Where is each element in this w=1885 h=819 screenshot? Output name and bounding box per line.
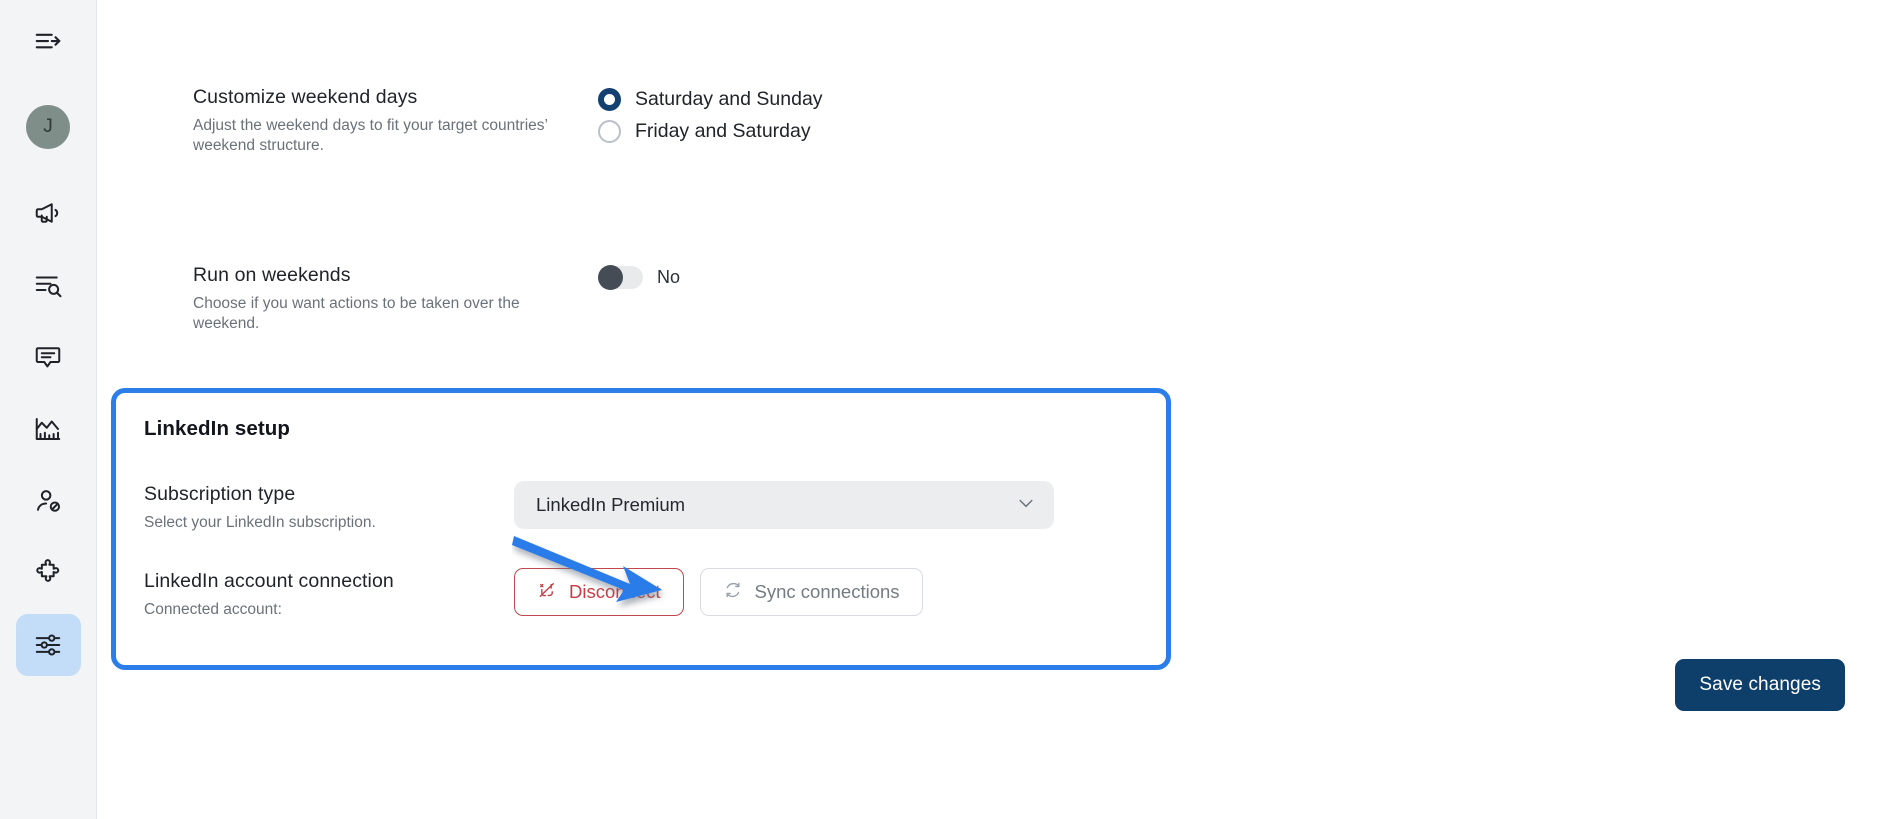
linkedin-setup-title: LinkedIn setup — [144, 417, 291, 440]
menu-collapse-icon — [33, 26, 63, 56]
run-weekends-description: Choose if you want actions to be taken o… — [193, 295, 520, 332]
run-weekends-toggle-value: No — [657, 267, 681, 287]
radio-option-saturday-sunday[interactable]: Saturday and Sunday — [598, 86, 823, 112]
weekend-days-radio-group: Saturday and Sunday Friday and Saturday — [598, 84, 823, 144]
app-root: J Customize weekend days Adjust the week… — [0, 0, 1885, 819]
subscription-type-select[interactable]: LinkedIn Premium — [514, 481, 1054, 529]
weekend-days-description: Adjust the weekend days to fit your targ… — [193, 117, 548, 154]
sync-connections-button[interactable]: Sync connections — [699, 568, 923, 616]
subscription-type-row: Subscription type Select your LinkedIn s… — [144, 481, 1054, 533]
refresh-icon — [723, 580, 743, 605]
disconnect-button-label: Disconnect — [569, 581, 661, 602]
chat-bubble-icon — [33, 342, 63, 372]
account-connection-buttons: Disconnect Sync connections — [514, 568, 923, 616]
sidebar-item-profile[interactable]: J — [16, 96, 81, 158]
blocked-user-icon — [33, 486, 63, 516]
left-sidebar: J — [0, 0, 97, 819]
unlink-icon — [537, 580, 557, 605]
save-changes-button[interactable]: Save changes — [1675, 659, 1845, 711]
toggle-knob — [598, 265, 623, 290]
radio-indicator-unselected[interactable] — [598, 119, 621, 143]
sliders-settings-icon — [33, 630, 63, 660]
save-changes-label: Save changes — [1699, 674, 1821, 695]
setting-weekend-days: Customize weekend days Adjust the weeken… — [193, 84, 823, 156]
sidebar-item-campaigns[interactable] — [16, 182, 81, 244]
settings-main-panel: Customize weekend days Adjust the weeken… — [97, 0, 1885, 819]
radio-label-friday-saturday: Friday and Saturday — [635, 120, 811, 142]
sidebar-item-settings[interactable] — [15, 614, 81, 676]
avatar-initial: J — [43, 116, 53, 137]
avatar[interactable]: J — [26, 105, 70, 149]
run-weekends-toggle-wrap: No — [598, 262, 681, 290]
account-connection-label-col: LinkedIn account connection Connected ac… — [144, 568, 514, 620]
radio-option-friday-saturday[interactable]: Friday and Saturday — [598, 118, 823, 144]
weekend-days-title: Customize weekend days — [193, 86, 418, 108]
sidebar-item-integrations[interactable] — [16, 542, 81, 604]
sidebar-item-prospect-search[interactable] — [16, 254, 81, 316]
account-connection-title: LinkedIn account connection — [144, 570, 394, 592]
sidebar-item-menu-collapse[interactable] — [16, 10, 81, 72]
sidebar-item-blocklist[interactable] — [16, 470, 81, 532]
radio-indicator-selected[interactable] — [598, 87, 621, 111]
weekend-days-label-col: Customize weekend days Adjust the weeken… — [193, 84, 598, 156]
subscription-type-value: LinkedIn Premium — [536, 494, 686, 515]
sidebar-item-inbox[interactable] — [16, 326, 81, 388]
list-search-icon — [33, 270, 63, 300]
run-weekends-title: Run on weekends — [193, 264, 351, 286]
analytics-chart-icon — [33, 414, 63, 444]
sync-connections-button-label: Sync connections — [754, 581, 900, 602]
chevron-down-icon — [1016, 493, 1036, 518]
account-connection-row: LinkedIn account connection Connected ac… — [144, 568, 923, 620]
run-weekends-label-col: Run on weekends Choose if you want actio… — [193, 262, 598, 334]
run-weekends-toggle[interactable] — [598, 265, 643, 290]
radio-label-saturday-sunday: Saturday and Sunday — [635, 88, 823, 110]
subscription-type-description: Select your LinkedIn subscription. — [144, 514, 376, 531]
disconnect-button[interactable]: Disconnect — [514, 568, 684, 616]
sidebar-item-analytics[interactable] — [16, 398, 81, 460]
subscription-label-col: Subscription type Select your LinkedIn s… — [144, 481, 514, 533]
megaphone-icon — [33, 198, 63, 228]
linkedin-setup-card: LinkedIn setup Subscription type Select … — [111, 388, 1171, 670]
subscription-type-title: Subscription type — [144, 483, 296, 505]
setting-run-on-weekends: Run on weekends Choose if you want actio… — [193, 262, 680, 334]
puzzle-piece-icon — [33, 558, 63, 588]
account-connection-description: Connected account: — [144, 601, 282, 618]
